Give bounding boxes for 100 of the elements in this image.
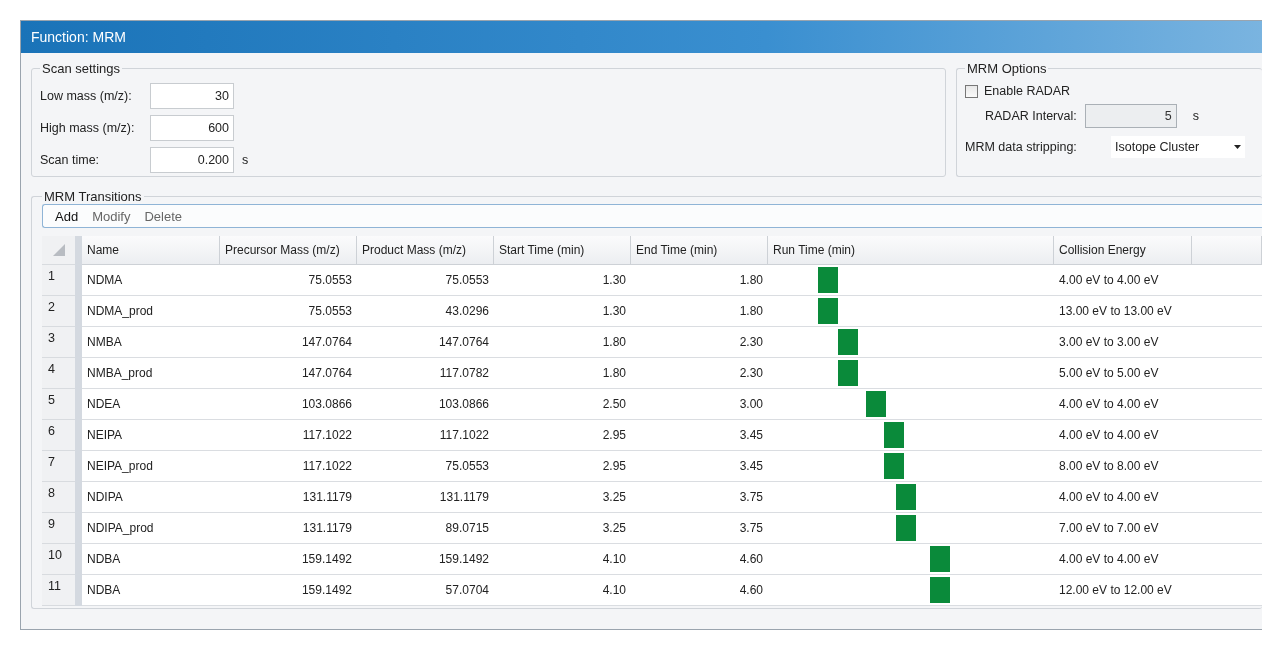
table-cell: 75.0553 bbox=[220, 296, 357, 327]
column-header[interactable]: Run Time (min) bbox=[768, 236, 1054, 265]
table-cell: 2.30 bbox=[631, 327, 768, 358]
column-header[interactable]: End Time (min) bbox=[631, 236, 768, 265]
table-cell: 75.0553 bbox=[357, 265, 494, 296]
table-cell: 1.80 bbox=[494, 327, 631, 358]
table-cell: 159.1492 bbox=[220, 575, 357, 606]
row-number: 1 bbox=[42, 265, 75, 296]
table-cell: 4.10 bbox=[494, 544, 631, 575]
table-cell: NEIPA_prod bbox=[82, 451, 220, 482]
table-cell: 159.1492 bbox=[220, 544, 357, 575]
run-time-bar bbox=[818, 267, 838, 293]
table-cell: 4.00 eV to 4.00 eV bbox=[1054, 420, 1192, 451]
field-label: Scan time: bbox=[40, 153, 101, 167]
table-cell: 103.0866 bbox=[220, 389, 357, 420]
row-number: 2 bbox=[42, 296, 75, 327]
table-cell: NDMA bbox=[82, 265, 220, 296]
table-cell: 117.1022 bbox=[357, 420, 494, 451]
table-cell: 3.45 bbox=[631, 451, 768, 482]
input-field[interactable]: 600 bbox=[150, 115, 234, 141]
table-cell: 103.0866 bbox=[357, 389, 494, 420]
group-title: MRM Transitions bbox=[43, 189, 143, 204]
table-cell: 131.1179 bbox=[220, 482, 357, 513]
table-cell: NDEA bbox=[82, 389, 220, 420]
table-cell: 8.00 eV to 8.00 eV bbox=[1054, 451, 1192, 482]
table-cell: 12.00 eV to 12.00 eV bbox=[1054, 575, 1192, 606]
row-number: 5 bbox=[42, 389, 75, 420]
table-cell: 4.00 eV to 4.00 eV bbox=[1054, 389, 1192, 420]
column-header bbox=[1192, 236, 1262, 265]
table-cell: 3.00 bbox=[631, 389, 768, 420]
toolbar-button[interactable]: Add bbox=[49, 208, 85, 224]
run-time-bar bbox=[838, 360, 858, 386]
table-cell: 3.45 bbox=[631, 420, 768, 451]
field-label: High mass (m/z): bbox=[40, 121, 136, 135]
table-cell: 13.00 eV to 13.00 eV bbox=[1054, 296, 1192, 327]
table-cell: 3.25 bbox=[494, 513, 631, 544]
table-cell: 4.10 bbox=[494, 575, 631, 606]
table-cell: 3.25 bbox=[494, 482, 631, 513]
table-cell: 117.1022 bbox=[220, 420, 357, 451]
table-cell: NDIPA bbox=[82, 482, 220, 513]
table-cell: 117.1022 bbox=[220, 451, 357, 482]
table-cell: NDMA_prod bbox=[82, 296, 220, 327]
run-time-bar bbox=[838, 329, 858, 355]
table-cell: 57.0704 bbox=[357, 575, 494, 606]
table-cell: 1.30 bbox=[494, 265, 631, 296]
field-label: RADAR Interval: bbox=[985, 109, 1077, 123]
dropdown[interactable]: Isotope Cluster bbox=[1111, 136, 1245, 158]
table-cell: NMBA_prod bbox=[82, 358, 220, 389]
table-cell: 89.0715 bbox=[357, 513, 494, 544]
table-cell: NDIPA_prod bbox=[82, 513, 220, 544]
field-label: Low mass (m/z): bbox=[40, 89, 133, 103]
input-field[interactable]: 30 bbox=[150, 83, 234, 109]
column-header[interactable]: Start Time (min) bbox=[494, 236, 631, 265]
table-cell: 1.80 bbox=[631, 265, 768, 296]
table-cell: NMBA bbox=[82, 327, 220, 358]
row-number: 10 bbox=[42, 544, 75, 575]
table-cell: 147.0764 bbox=[220, 327, 357, 358]
table-cell: 1.80 bbox=[494, 358, 631, 389]
table-cell: 147.0764 bbox=[220, 358, 357, 389]
table-cell: NDBA bbox=[82, 544, 220, 575]
table-cell: 131.1179 bbox=[220, 513, 357, 544]
run-time-bar bbox=[930, 577, 950, 603]
input-field[interactable]: 0.200 bbox=[150, 147, 234, 173]
table-cell: 2.95 bbox=[494, 420, 631, 451]
row-number: 6 bbox=[42, 420, 75, 451]
run-time-bar bbox=[896, 515, 916, 541]
table-cell: 5.00 eV to 5.00 eV bbox=[1054, 358, 1192, 389]
caret-icon bbox=[1234, 145, 1241, 149]
table-cell: 75.0553 bbox=[357, 451, 494, 482]
column-header[interactable]: Name bbox=[82, 236, 220, 265]
table-cell: NEIPA bbox=[82, 420, 220, 451]
group-title: MRM Options bbox=[966, 61, 1048, 76]
table-cell: 4.60 bbox=[631, 575, 768, 606]
column-header[interactable]: Collision Energy bbox=[1054, 236, 1192, 265]
table-cell: 117.0782 bbox=[357, 358, 494, 389]
select-all-icon bbox=[52, 244, 65, 256]
run-time-bar bbox=[884, 453, 904, 479]
unit-label: s bbox=[242, 153, 249, 167]
table-cell: 1.80 bbox=[631, 296, 768, 327]
column-header[interactable]: Product Mass (m/z) bbox=[357, 236, 494, 265]
table-cell: 4.00 eV to 4.00 eV bbox=[1054, 544, 1192, 575]
unit-label: s bbox=[1192, 109, 1199, 123]
table-cell: 4.00 eV to 4.00 eV bbox=[1054, 265, 1192, 296]
table-cell: 131.1179 bbox=[357, 482, 494, 513]
table-cell: 1.30 bbox=[494, 296, 631, 327]
row-number: 4 bbox=[42, 358, 75, 389]
row-number: 9 bbox=[42, 513, 75, 544]
run-time-bar bbox=[866, 391, 886, 417]
checkbox[interactable] bbox=[965, 84, 978, 98]
table-cell: 2.30 bbox=[631, 358, 768, 389]
row-number: 11 bbox=[42, 575, 75, 606]
column-header[interactable]: Precursor Mass (m/z) bbox=[220, 236, 357, 265]
table-cell: 147.0764 bbox=[357, 327, 494, 358]
table-cell: 7.00 eV to 7.00 eV bbox=[1054, 513, 1192, 544]
table-cell: 3.00 eV to 3.00 eV bbox=[1054, 327, 1192, 358]
window-title: Function: MRM bbox=[31, 29, 126, 45]
table-cell: 4.60 bbox=[631, 544, 768, 575]
run-time-bar bbox=[896, 484, 916, 510]
table-cell: 2.95 bbox=[494, 451, 631, 482]
table-cell: 2.50 bbox=[494, 389, 631, 420]
